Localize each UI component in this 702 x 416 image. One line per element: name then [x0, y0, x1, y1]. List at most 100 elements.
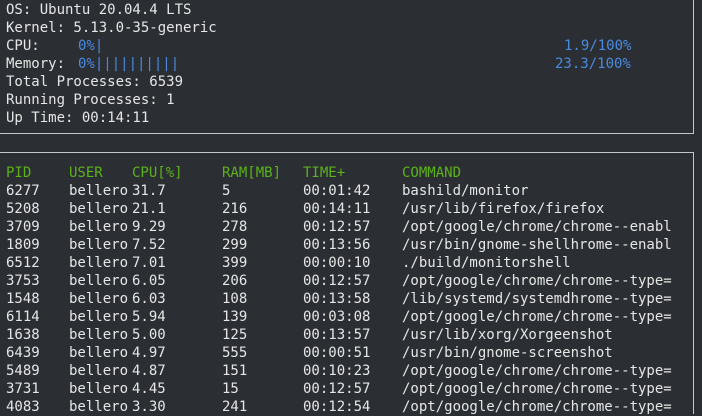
process-row: 1809 bellero 7.52 299 00:13:56/usr/bin/gnome… — [0, 236, 694, 254]
user-cell: bellero — [69, 309, 129, 325]
process-row: 3731 bellero 4.45 15 00:12:57/opt/google/chr… — [0, 380, 694, 398]
user-cell: bellero — [69, 345, 129, 361]
cpu-cell: 31.7 — [132, 183, 166, 199]
user-cell: bellero — [69, 363, 129, 379]
time-cell: 00:10:23 — [303, 363, 371, 379]
cpu-cell: 7.01 — [132, 255, 166, 271]
command-cell: /usr/bin/gnome-shellhrome--enabl — [402, 237, 672, 253]
header-cpu: CPU[%] — [132, 165, 183, 181]
header-user: USER — [69, 165, 103, 181]
ram-cell: 108 — [222, 291, 248, 307]
ram-cell: 241 — [222, 399, 248, 415]
cpu-label: CPU: — [6, 38, 40, 54]
time-cell: 00:14:11 — [303, 201, 371, 217]
cpu-cell: 5.94 — [132, 309, 166, 325]
process-row: 1548 bellero 6.03 108 00:13:58/lib/systemd/s… — [0, 290, 694, 308]
ram-cell: 216 — [222, 201, 248, 217]
time-cell: 00:00:10 — [303, 255, 371, 271]
system-info-panel: OS: Ubuntu 20.04.4 LTS Kernel: 5.13.0-35… — [0, 0, 694, 134]
command-cell: /opt/google/chrome/chrome--type= — [402, 273, 672, 289]
cpu-cell: 6.03 — [132, 291, 166, 307]
pid-cell: 1548 — [6, 291, 40, 307]
user-cell: bellero — [69, 291, 129, 307]
cpu-cell: 4.45 — [132, 381, 166, 397]
time-cell: 00:13:57 — [303, 327, 371, 343]
time-cell: 00:12:54 — [303, 399, 371, 415]
user-cell: bellero — [69, 255, 129, 271]
user-cell: bellero — [69, 183, 129, 199]
time-cell: 00:13:58 — [303, 291, 371, 307]
running-processes: Running Processes: 1 — [6, 92, 175, 108]
ram-cell: 5 — [222, 183, 231, 199]
process-row: 5489 bellero 4.87 151 00:10:23/opt/google/ch… — [0, 362, 694, 380]
cpu-cell: 4.97 — [132, 345, 166, 361]
command-cell: /opt/google/chrome/chrome--type= — [402, 381, 672, 397]
command-cell: /usr/bin/gnome-screenshot — [402, 345, 613, 361]
kernel-line: Kernel: 5.13.0-35-generic — [6, 20, 217, 36]
pid-cell: 1638 — [6, 327, 40, 343]
pid-cell: 5208 — [6, 201, 40, 217]
pid-cell: 6114 — [6, 309, 40, 325]
memory-usage-value: 23.3/100% — [555, 56, 631, 72]
cpu-cell: 4.87 — [132, 363, 166, 379]
process-row: 5208 bellero 21.1 216 00:14:11/usr/lib/firef… — [0, 200, 694, 218]
command-cell: /opt/google/chrome/chrome--type= — [402, 309, 672, 325]
pid-cell: 1809 — [6, 237, 40, 253]
process-row: 4083 bellero 3.30 241 00:12:54/opt/google/ch… — [0, 398, 694, 416]
user-cell: bellero — [69, 327, 129, 343]
cpu-cell: 21.1 — [132, 201, 166, 217]
time-cell: 00:01:42 — [303, 183, 371, 199]
process-row: 6277 bellero 31.7 5 00:01:42 bashild/monitor — [0, 182, 694, 200]
user-cell: bellero — [69, 201, 129, 217]
process-row: 6512 bellero 7.01 399 00:00:10 ./build/monito… — [0, 254, 694, 272]
ram-cell: 278 — [222, 219, 248, 235]
pid-cell: 3731 — [6, 381, 40, 397]
command-cell: /opt/google/chrome/chrome--type= — [402, 399, 672, 415]
os-line: OS: Ubuntu 20.04.4 LTS — [6, 2, 192, 18]
cpu-cell: 7.52 — [132, 237, 166, 253]
ram-cell: 206 — [222, 273, 248, 289]
ram-cell: 399 — [222, 255, 248, 271]
cpu-usage-bar: 0%| — [78, 38, 104, 54]
time-cell: 00:12:57 — [303, 219, 371, 235]
process-row: 6439 bellero 4.97 555 00:00:51/usr/bin/gnome… — [0, 344, 694, 362]
pid-cell: 3753 — [6, 273, 40, 289]
process-row: 3753 bellero 6.05 206 00:12:57/opt/google/ch… — [0, 272, 694, 290]
command-cell: /usr/lib/xorg/Xorgeenshot — [402, 327, 613, 343]
command-cell: ./build/monitorshell — [402, 255, 571, 271]
process-table-header: PID USER CPU[%] RAM[MB] TIME+ COMMAND — [0, 164, 694, 182]
user-cell: bellero — [69, 399, 129, 415]
header-pid: PID — [6, 165, 32, 181]
user-cell: bellero — [69, 381, 129, 397]
time-cell: 00:03:08 — [303, 309, 371, 325]
pid-cell: 6439 — [6, 345, 40, 361]
pid-cell: 6277 — [6, 183, 40, 199]
memory-usage-bar: 0%|||||||||| — [78, 56, 180, 72]
up-time: Up Time: 00:14:11 — [6, 110, 150, 126]
ram-cell: 299 — [222, 237, 248, 253]
cpu-cell: 3.30 — [132, 399, 166, 415]
header-command: COMMAND — [402, 165, 462, 181]
command-cell: /usr/lib/firefox/firefox — [402, 201, 605, 217]
total-processes: Total Processes: 6539 — [6, 74, 184, 90]
process-row: 3709 bellero 9.29 278 00:12:57/opt/google/ch… — [0, 218, 694, 236]
process-list-panel: PID USER CPU[%] RAM[MB] TIME+ COMMAND 62… — [0, 152, 694, 416]
command-cell: /opt/google/chrome/chrome--enabl — [402, 219, 672, 235]
ram-cell: 15 — [222, 381, 239, 397]
cpu-usage-value: 1.9/100% — [564, 38, 632, 54]
header-time: TIME+ — [303, 165, 346, 181]
command-cell: bashild/monitor — [402, 183, 529, 199]
process-row: 1638 bellero 5.00 125 00:13:57/usr/lib/xorg/… — [0, 326, 694, 344]
pid-cell: 3709 — [6, 219, 40, 235]
pid-cell: 4083 — [6, 399, 40, 415]
header-ram: RAM[MB] — [222, 165, 282, 181]
cpu-cell: 9.29 — [132, 219, 166, 235]
user-cell: bellero — [69, 219, 129, 235]
memory-label: Memory: — [6, 56, 66, 72]
command-cell: /lib/systemd/systemdhrome--type= — [402, 291, 672, 307]
cpu-cell: 5.00 — [132, 327, 166, 343]
time-cell: 00:13:56 — [303, 237, 371, 253]
user-cell: bellero — [69, 273, 129, 289]
pid-cell: 6512 — [6, 255, 40, 271]
ram-cell: 151 — [222, 363, 248, 379]
